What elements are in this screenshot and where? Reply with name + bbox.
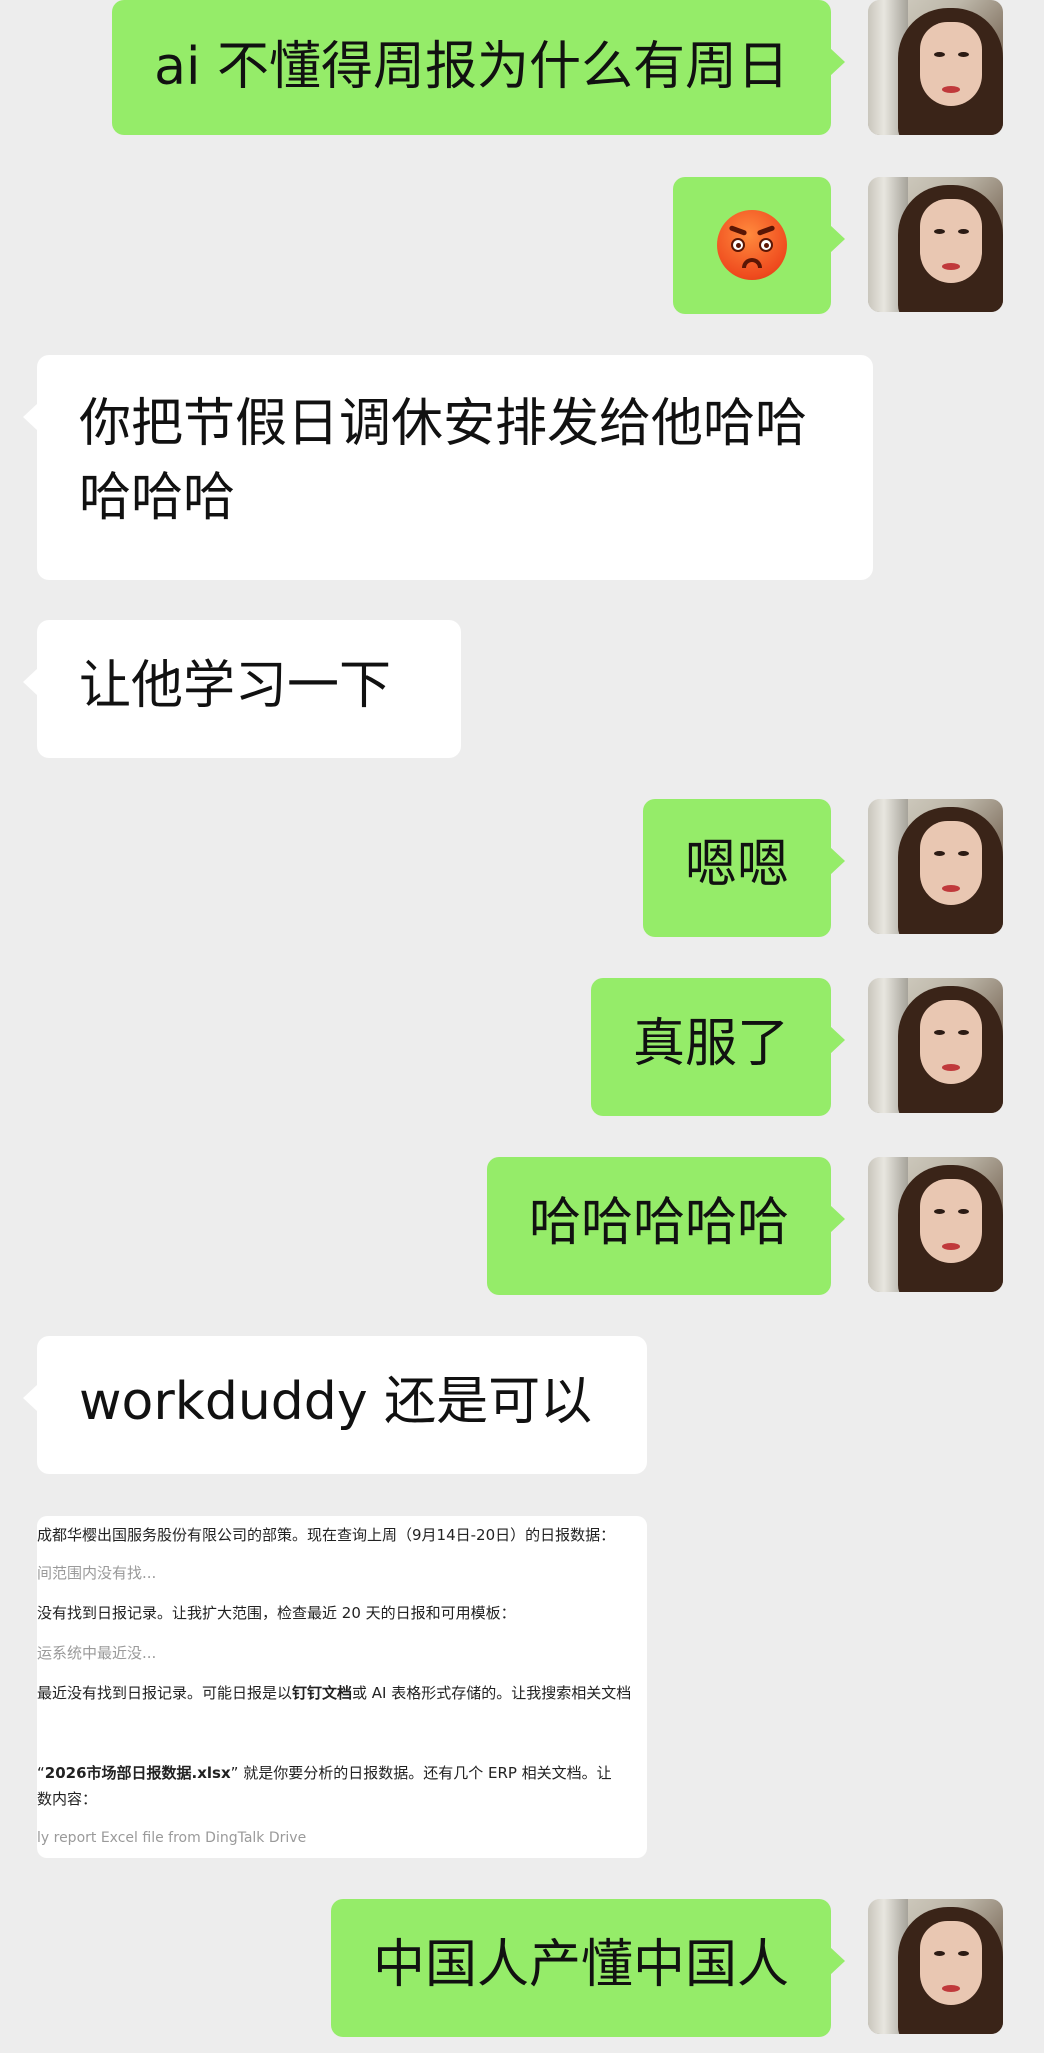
message-text: ai 不懂得周报为什么有周日 <box>154 37 789 97</box>
message-bubble-sent[interactable]: ai 不懂得周报为什么有周日 <box>112 0 845 135</box>
message-text: 你把节假日调休安排发给他哈哈哈哈哈 <box>79 394 808 528</box>
my-avatar[interactable] <box>868 1157 1003 1292</box>
message-text: workduddy 还是可以 <box>79 1372 593 1432</box>
my-avatar[interactable] <box>868 799 1003 934</box>
shared-screenshot-image[interactable]: 成都华樱出国服务股份有限公司的部策。现在查询上周（9月14日-20日）的日报数据… <box>37 1516 647 1858</box>
screenshot-line: “2026市场部日报数据.xlsx” 就是你要分析的日报数据。还有几个 ERP … <box>37 1764 612 1782</box>
message-bubble-sent[interactable] <box>673 177 845 314</box>
message-bubble-received[interactable]: 让他学习一下 <box>23 620 461 758</box>
my-avatar[interactable] <box>868 177 1003 312</box>
message-bubble-received[interactable]: 你把节假日调休安排发给他哈哈哈哈哈 <box>23 355 873 580</box>
screenshot-footer: ly report Excel file from DingTalk Drive <box>37 1830 307 1846</box>
message-text: 让他学习一下 <box>79 656 392 716</box>
screenshot-line: 成都华樱出国服务股份有限公司的部策。现在查询上周（9月14日-20日）的日报数据… <box>37 1526 616 1544</box>
message-text: 嗯嗯 <box>684 835 789 895</box>
screenshot-line: 数内容： <box>37 1790 98 1808</box>
my-avatar[interactable] <box>868 0 1003 135</box>
screenshot-line: 没有找到日报记录。让我扩大范围，检查最近 20 天的日报和可用模板： <box>37 1604 516 1622</box>
message-text: 中国人产懂中国人 <box>372 1935 789 1995</box>
screenshot-line: 间范围内没有找... <box>37 1564 157 1582</box>
message-text: 真服了 <box>632 1014 789 1074</box>
message-bubble-sent[interactable]: 中国人产懂中国人 <box>330 1899 846 2037</box>
my-avatar[interactable] <box>868 1899 1003 2034</box>
message-bubble-received[interactable]: workduddy 还是可以 <box>23 1336 647 1474</box>
message-bubble-sent[interactable]: 真服了 <box>590 978 846 1116</box>
message-text: 哈哈哈哈哈 <box>528 1193 789 1253</box>
screenshot-line: 运系统中最近没... <box>37 1644 157 1662</box>
message-bubble-sent[interactable]: 哈哈哈哈哈 <box>486 1157 846 1295</box>
screenshot-line: 最近没有找到日报记录。可能日报是以钉钉文档或 AI 表格形式存储的。让我搜索相关… <box>37 1684 632 1702</box>
my-avatar[interactable] <box>868 978 1003 1113</box>
angry-face-emoji-icon <box>717 210 787 280</box>
message-bubble-sent[interactable]: 嗯嗯 <box>642 799 846 937</box>
